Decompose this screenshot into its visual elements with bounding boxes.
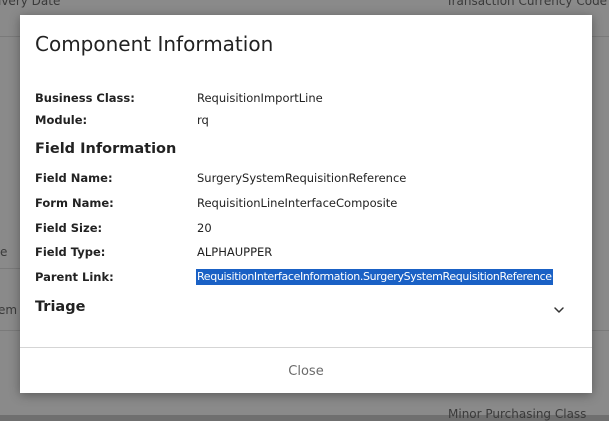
footer-divider	[20, 347, 592, 348]
field-type-value: ALPHAUPPER	[197, 245, 273, 259]
module-label: Module:	[35, 113, 88, 127]
business-class-value: RequisitionImportLine	[197, 91, 323, 105]
module-value: rq	[197, 113, 209, 127]
bg-delivery-date-label: ivery Date	[0, 0, 61, 8]
form-name-value: RequisitionLineInterfaceComposite	[197, 196, 398, 210]
field-name-label: Field Name:	[35, 171, 113, 185]
chevron-down-icon[interactable]	[552, 302, 566, 316]
field-information-heading: Field Information	[35, 141, 177, 157]
parent-link-value[interactable]: RequisitionInterfaceInformation.SurgeryS…	[196, 269, 553, 285]
field-type-label: Field Type:	[35, 245, 106, 259]
bg-divider	[592, 36, 609, 37]
field-name-value: SurgerySystemRequisitionReference	[197, 171, 407, 185]
bg-minor-purchasing-label: Minor Purchasing Class	[448, 407, 587, 421]
triage-heading[interactable]: Triage	[35, 298, 85, 316]
component-information-dialog: Component Information Business Class: Re…	[20, 15, 592, 393]
business-class-label: Business Class:	[35, 91, 135, 105]
form-name-label: Form Name:	[35, 196, 114, 210]
bg-e-label: e	[0, 245, 8, 259]
bg-divider	[592, 330, 609, 331]
bg-divider	[0, 330, 20, 331]
bg-divider	[0, 36, 20, 37]
bg-transaction-currency-label: Transaction Currency Code	[446, 0, 608, 8]
dialog-title: Component Information	[35, 32, 274, 56]
close-button[interactable]: Close	[256, 359, 356, 383]
parent-link-label: Parent Link:	[35, 270, 114, 284]
field-size-value: 20	[197, 221, 212, 235]
bg-divider	[0, 268, 20, 269]
field-size-label: Field Size:	[35, 221, 103, 235]
